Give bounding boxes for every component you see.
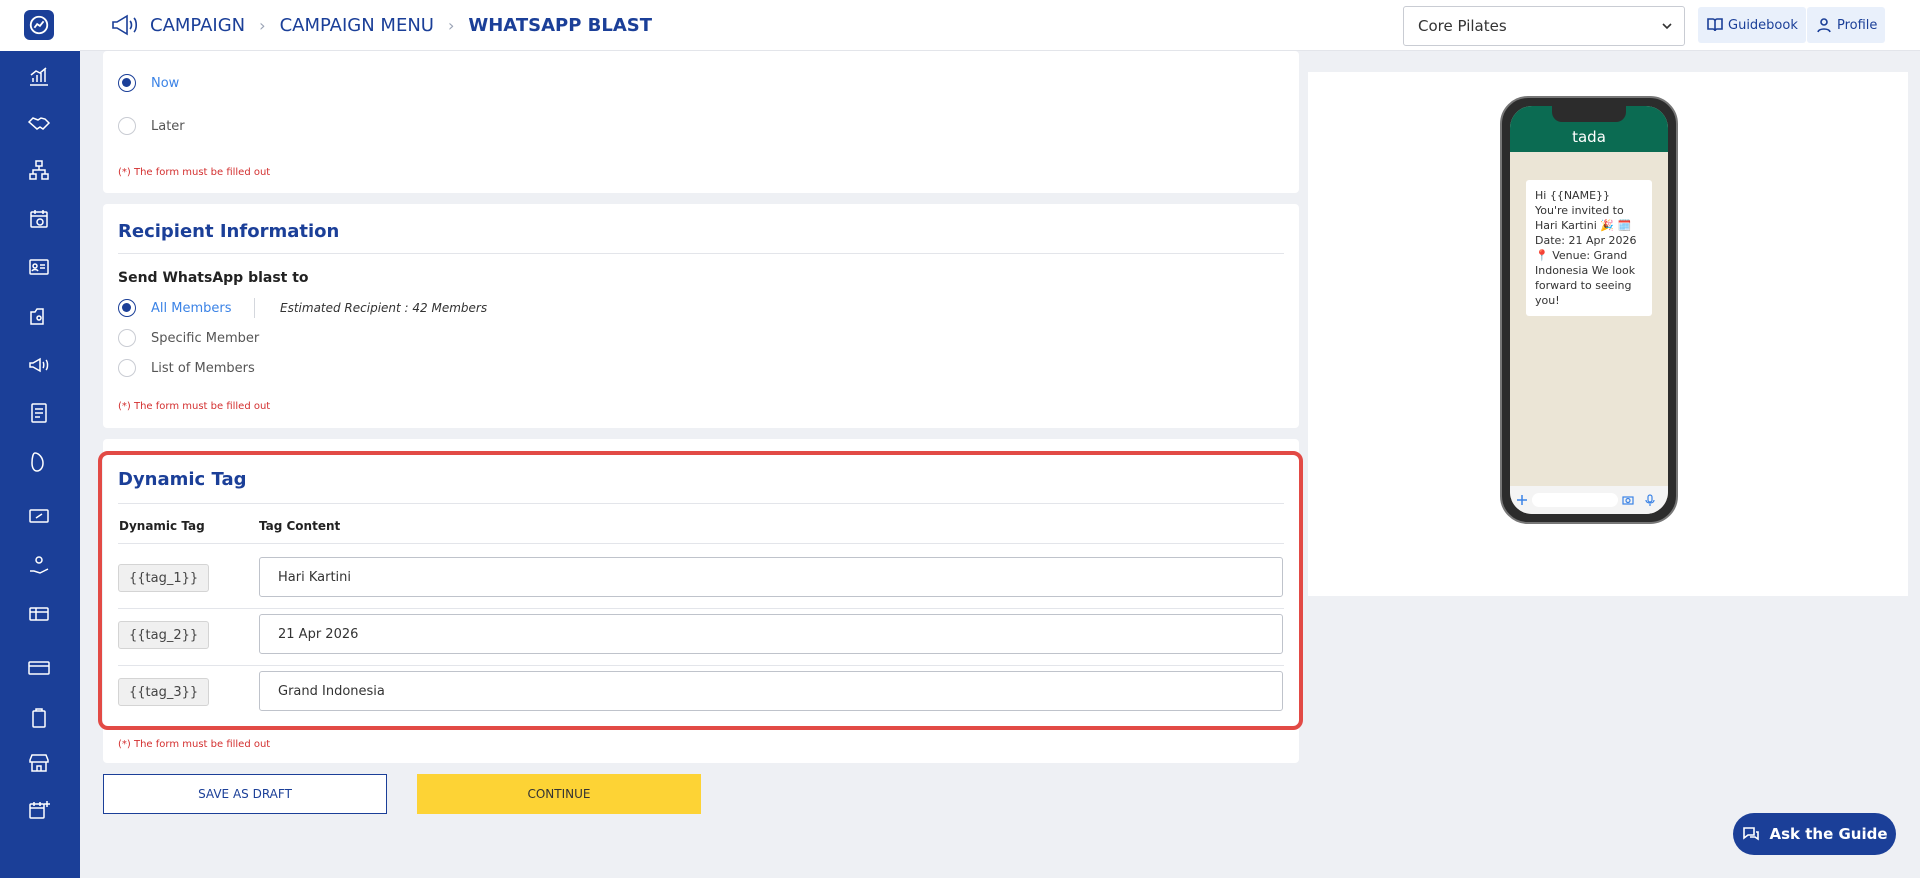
guidebook-label: Guidebook (1728, 17, 1798, 33)
radio-button[interactable] (118, 74, 136, 92)
top-bar: CAMPAIGN › CAMPAIGN MENU › WHATSAPP BLAS… (80, 0, 1920, 51)
clipboard-icon[interactable] (26, 705, 52, 731)
guidebook-button[interactable]: Guidebook (1698, 7, 1806, 43)
logo-area (0, 0, 80, 51)
book-icon (1707, 18, 1723, 32)
divider (254, 298, 255, 318)
radio-button[interactable] (118, 359, 136, 377)
chevron-right-icon: › (447, 16, 455, 35)
radio-all-members[interactable]: All Members (118, 299, 232, 317)
recipient-card: Recipient Information Send WhatsApp blas… (103, 204, 1299, 428)
radio-list-of-members-label: List of Members (151, 360, 255, 376)
radio-later-label: Later (151, 118, 185, 134)
tag-icon[interactable] (26, 449, 52, 475)
radio-now[interactable]: Now (118, 74, 179, 92)
schedule-add-icon[interactable] (26, 797, 52, 823)
ask-the-guide-button[interactable]: Ask the Guide (1733, 813, 1896, 855)
breadcrumb-campaign[interactable]: CAMPAIGN (150, 15, 245, 36)
chevron-right-icon: › (259, 16, 266, 35)
divider (118, 665, 1284, 666)
megaphone-icon (110, 12, 140, 38)
profile-label: Profile (1837, 17, 1878, 33)
breadcrumb-whatsapp-blast: WHATSAPP BLAST (468, 15, 653, 36)
sidebar (0, 0, 80, 878)
credit-card-icon[interactable] (26, 655, 52, 681)
schedule-card: Now Later (*) The form must be filled ou… (103, 51, 1299, 193)
gift-card-icon[interactable] (26, 601, 52, 627)
app-logo[interactable] (24, 10, 54, 40)
radio-later[interactable]: Later (118, 117, 185, 135)
studio-select-value: Core Pilates (1418, 17, 1507, 35)
hierarchy-icon[interactable] (26, 157, 52, 183)
studio-select[interactable]: Core Pilates (1403, 6, 1685, 46)
user-icon (1817, 18, 1831, 33)
handshake-icon[interactable] (26, 110, 52, 136)
dynamic-tag-title: Dynamic Tag (118, 469, 247, 490)
radio-button[interactable] (118, 299, 136, 317)
ask-the-guide-label: Ask the Guide (1769, 825, 1888, 843)
booking-icon[interactable] (26, 303, 52, 329)
member-card-icon[interactable] (26, 254, 52, 280)
chat-text-field (1532, 493, 1618, 507)
profile-button[interactable]: Profile (1807, 7, 1886, 43)
dynamic-tag-card: Dynamic Tag Dynamic Tag Tag Content {{ta… (103, 439, 1299, 763)
tag-chip: {{tag_1}} (118, 564, 210, 592)
breadcrumb: CAMPAIGN › CAMPAIGN MENU › WHATSAPP BLAS… (150, 0, 652, 51)
tag-content-input[interactable]: 21 Apr 2026 (259, 614, 1283, 654)
tag-chip: {{tag_2}} (118, 621, 210, 649)
chevron-down-icon (1662, 23, 1672, 30)
message-bubble: Hi {{NAME}} You're invited to Hari Karti… (1526, 180, 1652, 316)
campaign-icon[interactable] (26, 352, 52, 378)
tag-chip: {{tag_3}} (118, 678, 210, 706)
save-draft-button[interactable]: SAVE AS DRAFT (103, 774, 387, 814)
send-to-label: Send WhatsApp blast to (118, 270, 309, 286)
required-note: (*) The form must be filled out (118, 739, 271, 750)
voucher-icon[interactable] (26, 503, 52, 529)
breadcrumb-campaign-menu[interactable]: CAMPAIGN MENU (280, 15, 434, 36)
tag-content-input[interactable]: Grand Indonesia (259, 671, 1283, 711)
calendar-icon[interactable] (26, 206, 52, 232)
message-preview: tada Hi {{NAME}} You're invited to Hari … (1308, 72, 1908, 596)
radio-button[interactable] (118, 117, 136, 135)
column-header-tag: Dynamic Tag (119, 519, 205, 533)
chat-input-bar (1510, 486, 1668, 514)
continue-button[interactable]: CONTINUE (417, 774, 701, 814)
divider (118, 503, 1284, 504)
chat-bubbles-icon (1743, 827, 1760, 841)
radio-specific-member-label: Specific Member (151, 330, 260, 346)
rewards-icon[interactable] (26, 552, 52, 578)
required-note: (*) The form must be filled out (118, 167, 271, 178)
document-icon[interactable] (26, 400, 52, 426)
plus-icon (1517, 495, 1527, 505)
radio-specific-member[interactable]: Specific Member (118, 329, 259, 347)
recipient-title: Recipient Information (118, 221, 340, 242)
radio-all-members-label: All Members (151, 300, 232, 316)
phone-mockup: tada Hi {{NAME}} You're invited to Hari … (1500, 96, 1678, 524)
tag-content-input[interactable]: Hari Kartini (259, 557, 1283, 597)
radio-now-label: Now (151, 75, 180, 91)
radio-list-of-members[interactable]: List of Members (118, 359, 255, 377)
divider (118, 253, 1284, 254)
divider (118, 543, 1284, 544)
estimated-recipient: Estimated Recipient : 42 Members (280, 301, 488, 315)
store-icon[interactable] (26, 750, 52, 776)
required-note: (*) The form must be filled out (118, 401, 271, 412)
divider (118, 608, 1284, 609)
radio-button[interactable] (118, 329, 136, 347)
analytics-icon[interactable] (26, 63, 52, 89)
phone-screen: tada Hi {{NAME}} You're invited to Hari … (1510, 106, 1668, 514)
camera-icon (1622, 496, 1634, 505)
phone-notch (1552, 106, 1626, 122)
microphone-icon (1645, 494, 1655, 506)
column-header-content: Tag Content (259, 519, 341, 533)
